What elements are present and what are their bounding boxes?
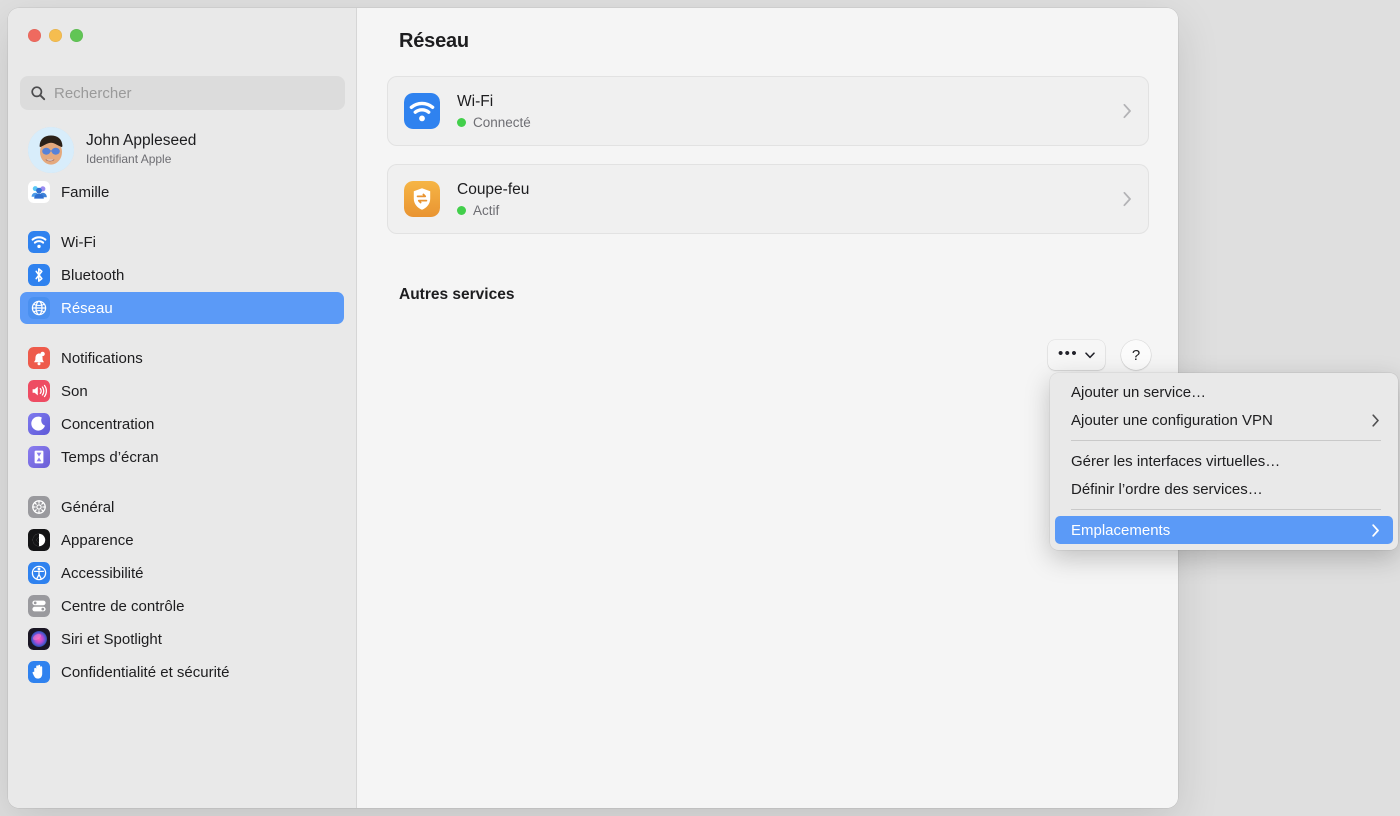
sidebar-item-wifi[interactable]: Wi-Fi — [20, 226, 344, 258]
siri-icon — [28, 628, 50, 650]
system-settings-window: John Appleseed Identifiant Apple — [8, 8, 1178, 808]
sidebar-item-label: Famille — [61, 183, 110, 201]
help-button[interactable]: ? — [1121, 340, 1151, 370]
menu-separator — [1071, 509, 1381, 510]
service-status: Actif — [457, 203, 529, 218]
sidebar-item-apple-account[interactable]: John Appleseed Identifiant Apple — [20, 125, 344, 175]
menu-item-emplacements[interactable]: Emplacements — [1055, 516, 1393, 544]
accessibility-icon — [28, 562, 50, 584]
sidebar-divider-1 — [8, 209, 356, 225]
sidebar-item-label: Accessibilité — [61, 564, 144, 582]
control-center-icon — [28, 595, 50, 617]
service-text: Coupe-feu Actif — [457, 180, 530, 218]
menu-item-label: Ajouter une configuration VPN — [1071, 411, 1273, 429]
sidebar-item-siri-et-spotlight[interactable]: Siri et Spotlight — [20, 623, 344, 655]
network-globe-icon — [28, 297, 50, 319]
sidebar-item-label: Bluetooth — [61, 266, 125, 284]
chevron-down-icon — [1085, 351, 1095, 358]
menu-item-definir-lordre-des-services[interactable]: Définir l’ordre des services… — [1055, 475, 1393, 503]
more-options-menu: Ajouter un service… Ajouter une configur… — [1050, 373, 1398, 550]
services-list: Wi-Fi Connecté Coupe-feu Actif — [387, 76, 1149, 252]
sidebar-item-centre-de-controle[interactable]: Centre de contrôle — [20, 590, 344, 622]
general-gear-icon — [28, 496, 50, 518]
menu-item-label: Ajouter un service… — [1071, 383, 1207, 401]
sidebar-item-son[interactable]: Son — [20, 375, 344, 407]
sidebar-item-famille[interactable]: Famille — [20, 176, 344, 208]
sidebar-nav: John Appleseed Identifiant Apple Famille… — [8, 125, 356, 808]
bluetooth-icon — [28, 264, 50, 286]
sidebar-item-confidentialite-et-securite[interactable]: Confidentialité et sécurité — [20, 656, 344, 688]
menu-item-ajouter-un-service[interactable]: Ajouter un service… — [1055, 378, 1393, 406]
sidebar-item-general[interactable]: Général — [20, 491, 344, 523]
sidebar-divider-3 — [8, 474, 356, 490]
chevron-right-icon — [1123, 103, 1131, 119]
sidebar-item-label: Réseau — [61, 299, 113, 317]
appearance-contrast-icon — [28, 529, 50, 551]
section-title-autres-services: Autres services — [399, 286, 515, 303]
minimize-window-button[interactable] — [49, 29, 62, 42]
focus-moon-icon — [28, 413, 50, 435]
sidebar-item-label: Général — [61, 498, 115, 516]
notifications-bell-icon — [28, 347, 50, 369]
account-subtitle: Identifiant Apple — [86, 152, 172, 166]
search-field[interactable] — [20, 76, 345, 110]
service-status: Connecté — [457, 115, 531, 130]
sidebar-item-concentration[interactable]: Concentration — [20, 408, 344, 440]
search-input[interactable] — [54, 84, 335, 102]
sidebar-item-label: Apparence — [61, 531, 134, 549]
service-name: Coupe-feu — [457, 181, 530, 199]
menu-separator — [1071, 440, 1381, 441]
menu-item-label: Emplacements — [1071, 521, 1171, 539]
sidebar-item-bluetooth[interactable]: Bluetooth — [20, 259, 344, 291]
menu-item-label: Gérer les interfaces virtuelles… — [1071, 452, 1281, 470]
page-title: Réseau — [399, 30, 469, 52]
sidebar-divider-2 — [8, 325, 356, 341]
sidebar-item-temps-decran[interactable]: Temps d’écran — [20, 441, 344, 473]
sidebar-item-label: Concentration — [61, 415, 155, 433]
sidebar: John Appleseed Identifiant Apple — [8, 8, 357, 808]
search-icon — [31, 86, 46, 101]
window-controls — [28, 29, 83, 42]
sidebar-item-apparence[interactable]: Apparence — [20, 524, 344, 556]
zoom-window-button[interactable] — [70, 29, 83, 42]
menu-item-label: Définir l’ordre des services… — [1071, 480, 1263, 498]
sidebar-item-label: Wi-Fi — [61, 233, 96, 251]
screen-time-hourglass-icon — [28, 446, 50, 468]
ellipsis-icon: ••• — [1058, 345, 1078, 362]
firewall-shield-icon — [404, 181, 440, 217]
sidebar-item-label: Confidentialité et sécurité — [61, 663, 230, 681]
account-name: John Appleseed — [86, 132, 197, 150]
service-status-label: Connecté — [473, 114, 531, 130]
sidebar-item-label: Siri et Spotlight — [61, 630, 162, 648]
more-options-button[interactable]: ••• — [1048, 340, 1105, 370]
menu-item-ajouter-une-configuration-vpn[interactable]: Ajouter une configuration VPN — [1055, 406, 1393, 434]
chevron-right-icon — [1123, 191, 1131, 207]
privacy-hand-icon — [28, 661, 50, 683]
wifi-icon — [28, 231, 50, 253]
sidebar-item-label: Son — [61, 382, 88, 400]
sidebar-item-label: Notifications — [61, 349, 143, 367]
wifi-icon — [404, 93, 440, 129]
account-text: John Appleseed Identifiant Apple — [86, 132, 196, 167]
sound-speaker-icon — [28, 380, 50, 402]
status-dot-icon — [457, 117, 466, 127]
status-dot-icon — [457, 205, 466, 215]
chevron-right-icon — [1372, 523, 1379, 537]
service-text: Wi-Fi Connecté — [457, 92, 531, 130]
sidebar-item-notifications[interactable]: Notifications — [20, 342, 344, 374]
sidebar-item-accessibilite[interactable]: Accessibilité — [20, 557, 344, 589]
service-name: Wi-Fi — [457, 93, 494, 111]
service-row-wifi[interactable]: Wi-Fi Connecté — [387, 76, 1149, 146]
chevron-right-icon — [1372, 413, 1379, 427]
sidebar-item-reseau[interactable]: Réseau — [20, 292, 344, 324]
close-window-button[interactable] — [28, 29, 41, 42]
sidebar-item-label: Centre de contrôle — [61, 597, 185, 615]
sidebar-item-label: Temps d’écran — [61, 448, 159, 466]
avatar — [28, 127, 74, 173]
service-status-label: Actif — [473, 202, 500, 218]
service-row-coupe-feu[interactable]: Coupe-feu Actif — [387, 164, 1149, 234]
menu-item-gerer-les-interfaces-virtuelles[interactable]: Gérer les interfaces virtuelles… — [1055, 447, 1393, 475]
family-icon — [28, 181, 50, 203]
screen: John Appleseed Identifiant Apple — [0, 0, 1400, 816]
